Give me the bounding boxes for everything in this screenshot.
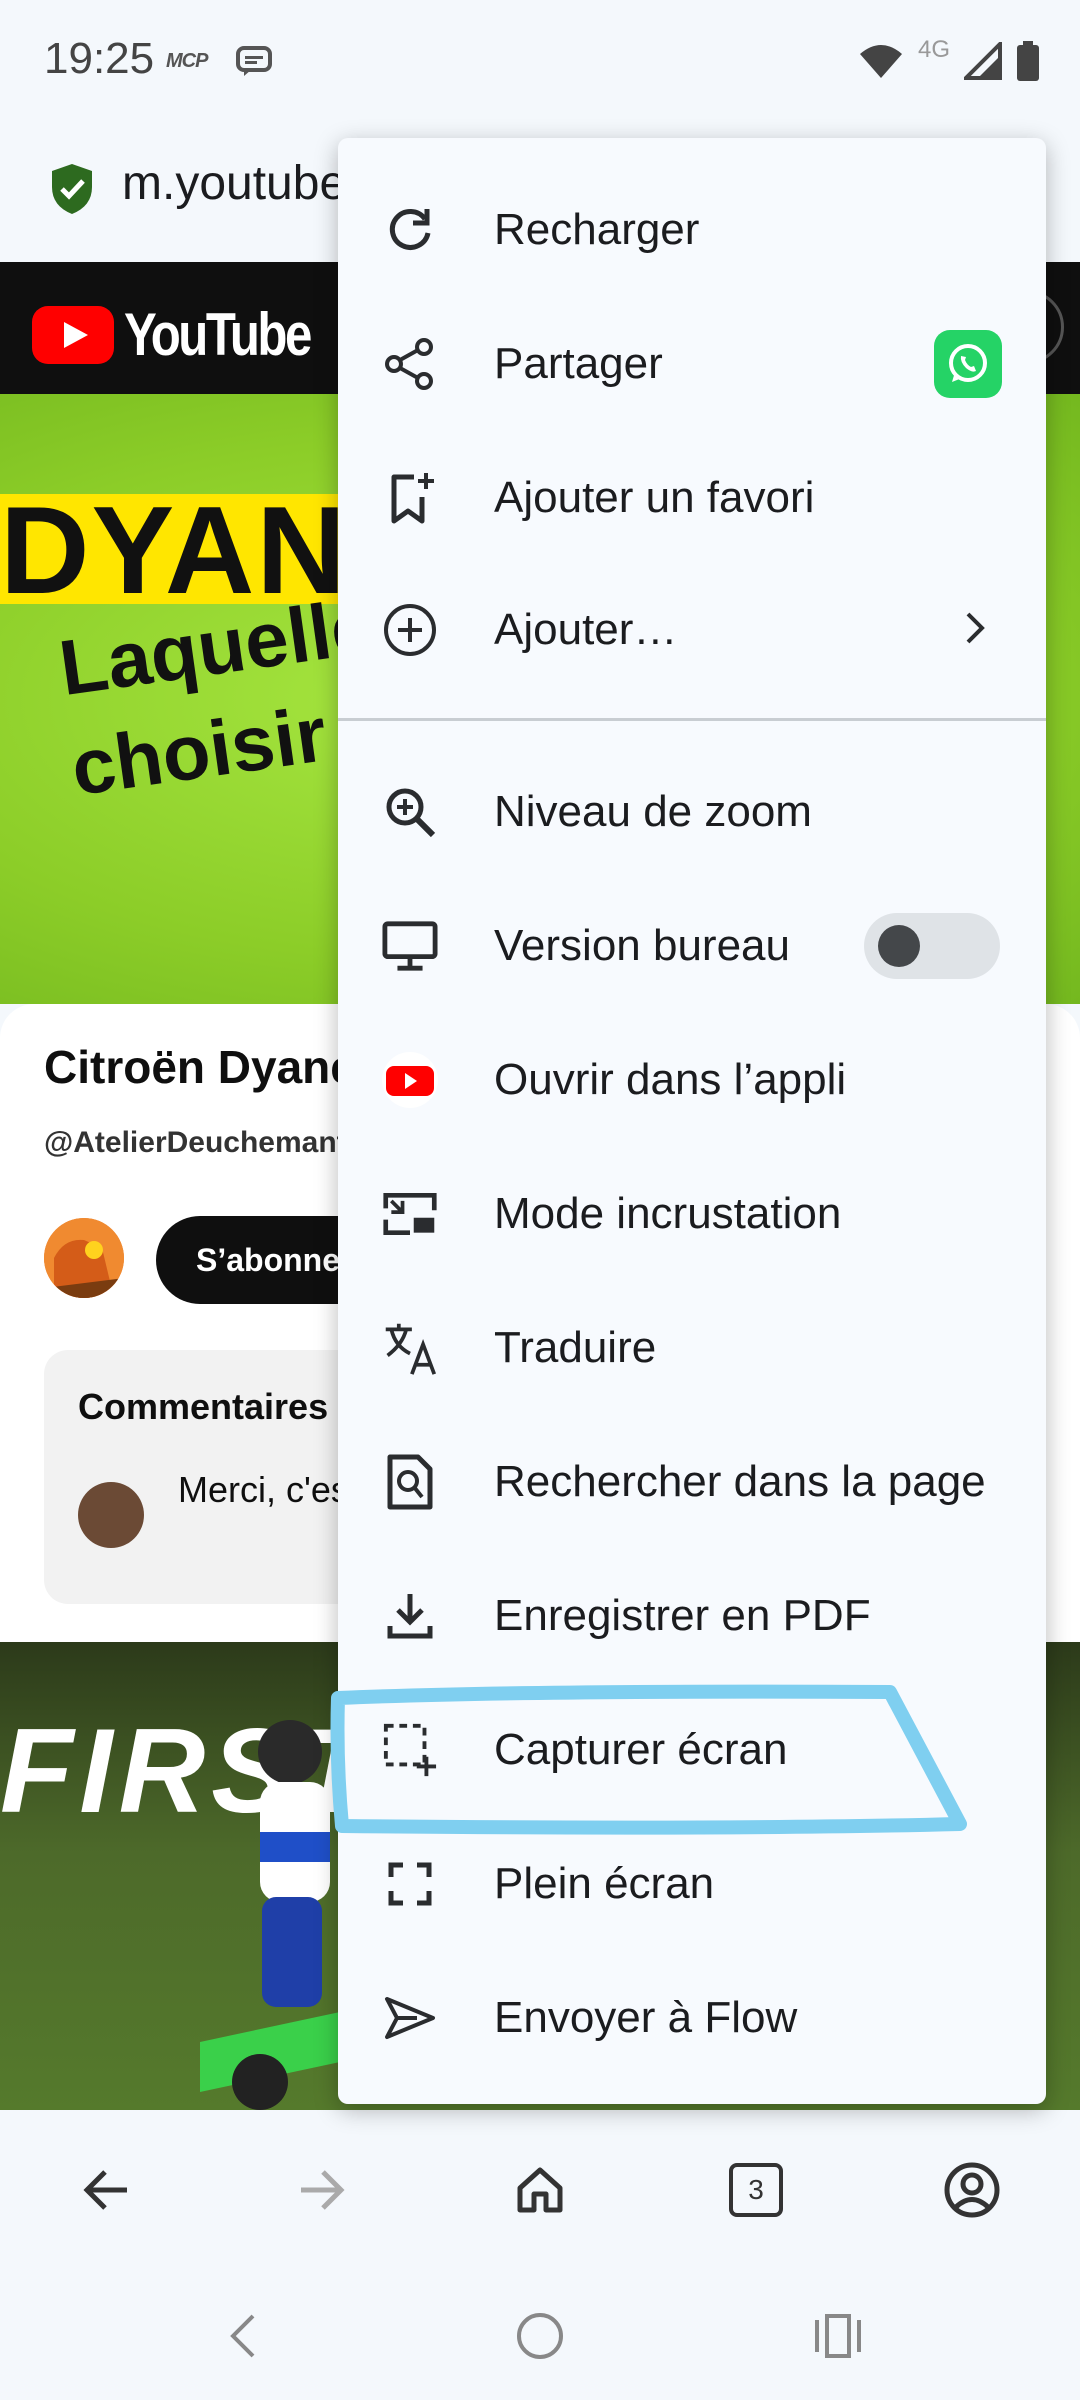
translate-icon [382, 1320, 438, 1376]
screenshot-icon [382, 1722, 438, 1778]
menu-item-send-flow[interactable]: Envoyer à Flow [338, 1952, 1046, 2084]
carrier-badge: MCP [166, 50, 208, 72]
menu-item-save-pdf[interactable]: Enregistrer en PDF [338, 1550, 1046, 1682]
toggle-knob [878, 925, 920, 967]
status-time: 19:25 [44, 34, 155, 83]
account-button[interactable] [932, 2150, 1012, 2230]
menu-item-find[interactable]: Rechercher dans la page [338, 1416, 1046, 1548]
recents-icon [815, 2314, 861, 2358]
add-circle-icon [382, 602, 438, 658]
send-icon [382, 1990, 438, 2046]
system-back-button[interactable] [202, 2296, 282, 2376]
rider-image [200, 1720, 340, 2110]
youtube-logo[interactable]: YouTube [32, 300, 351, 369]
tabs-icon [729, 2163, 783, 2217]
menu-item-add[interactable]: Ajouter… [338, 564, 1046, 696]
system-recents-button[interactable] [798, 2296, 878, 2376]
menu-label-bookmark: Ajouter un favori [494, 473, 815, 522]
arrow-left-icon [83, 2170, 127, 2210]
fullscreen-icon [382, 1856, 438, 1912]
menu-item-share[interactable]: Partager [338, 298, 1046, 430]
download-icon [382, 1588, 438, 1644]
youtube-logo-text: YouTube [124, 301, 312, 368]
menu-label-translate: Traduire [494, 1323, 657, 1372]
find-in-page-icon [382, 1454, 438, 1510]
battery-icon [1016, 40, 1040, 86]
whatsapp-icon[interactable] [934, 330, 1002, 398]
chevron-right-icon [964, 611, 986, 650]
menu-item-screenshot[interactable]: Capturer écran [338, 1684, 1046, 1816]
menu-label-pip: Mode incrustation [494, 1189, 842, 1238]
account-icon [944, 2162, 1000, 2218]
menu-label-zoom: Niveau de zoom [494, 787, 812, 836]
menu-label-screenshot: Capturer écran [494, 1725, 788, 1774]
chevron-left-icon [230, 2314, 255, 2358]
menu-label-save-pdf: Enregistrer en PDF [494, 1591, 871, 1640]
menu-label-add: Ajouter… [494, 605, 678, 654]
circle-home-icon [517, 2313, 563, 2359]
commenter-avatar [78, 1482, 144, 1548]
menu-item-translate[interactable]: Traduire [338, 1282, 1046, 1414]
channel-avatar[interactable] [44, 1218, 124, 1298]
comments-title: Commentaires [78, 1386, 329, 1427]
secure-shield-icon[interactable] [48, 162, 96, 221]
desktop-icon [382, 918, 438, 974]
arrow-right-icon [301, 2170, 345, 2210]
home-button[interactable] [500, 2150, 580, 2230]
menu-label-open-in-app: Ouvrir dans l’appli [494, 1055, 847, 1104]
menu-item-fullscreen[interactable]: Plein écran [338, 1818, 1046, 1950]
desktop-site-toggle[interactable] [864, 913, 1000, 979]
message-notification-icon [236, 46, 272, 83]
home-icon [517, 2167, 563, 2213]
youtube-play-icon [32, 305, 114, 364]
menu-item-pip[interactable]: Mode incrustation [338, 1148, 1046, 1280]
picture-in-picture-icon [382, 1186, 438, 1242]
menu-item-bookmark[interactable]: Ajouter un favori [338, 432, 1046, 564]
menu-item-open-in-app[interactable]: Ouvrir dans l’appli [338, 1014, 1046, 1146]
network-type: 4G [917, 36, 950, 63]
reload-icon [382, 202, 438, 258]
menu-label-send-flow: Envoyer à Flow [494, 1993, 798, 2042]
status-icons: 4G [858, 36, 1040, 90]
menu-item-reload[interactable]: Recharger [338, 164, 1046, 296]
menu-item-desktop[interactable]: Version bureau [338, 880, 1046, 1012]
zoom-in-icon [382, 784, 438, 840]
signal-icon [961, 38, 1002, 85]
menu-label-fullscreen: Plein écran [494, 1859, 715, 1908]
menu-label-desktop: Version bureau [494, 921, 790, 970]
menu-divider [338, 718, 1046, 721]
menu-label-find: Rechercher dans la page [494, 1457, 986, 1506]
bookmark-add-icon [382, 470, 438, 526]
system-home-button[interactable] [500, 2296, 580, 2376]
forward-button[interactable] [282, 2150, 362, 2230]
menu-item-zoom[interactable]: Niveau de zoom [338, 746, 1046, 878]
back-button[interactable] [66, 2150, 146, 2230]
menu-label-reload: Recharger [494, 205, 700, 254]
tabs-button[interactable]: 3 [716, 2150, 796, 2230]
wifi-icon [858, 42, 904, 85]
channel-handle[interactable]: @AtelierDeuchemantier [44, 1126, 383, 1160]
menu-label-share: Partager [494, 339, 663, 388]
video-title: Citroën Dyane [44, 1041, 356, 1093]
share-icon [382, 336, 438, 392]
youtube-app-icon [382, 1052, 438, 1108]
